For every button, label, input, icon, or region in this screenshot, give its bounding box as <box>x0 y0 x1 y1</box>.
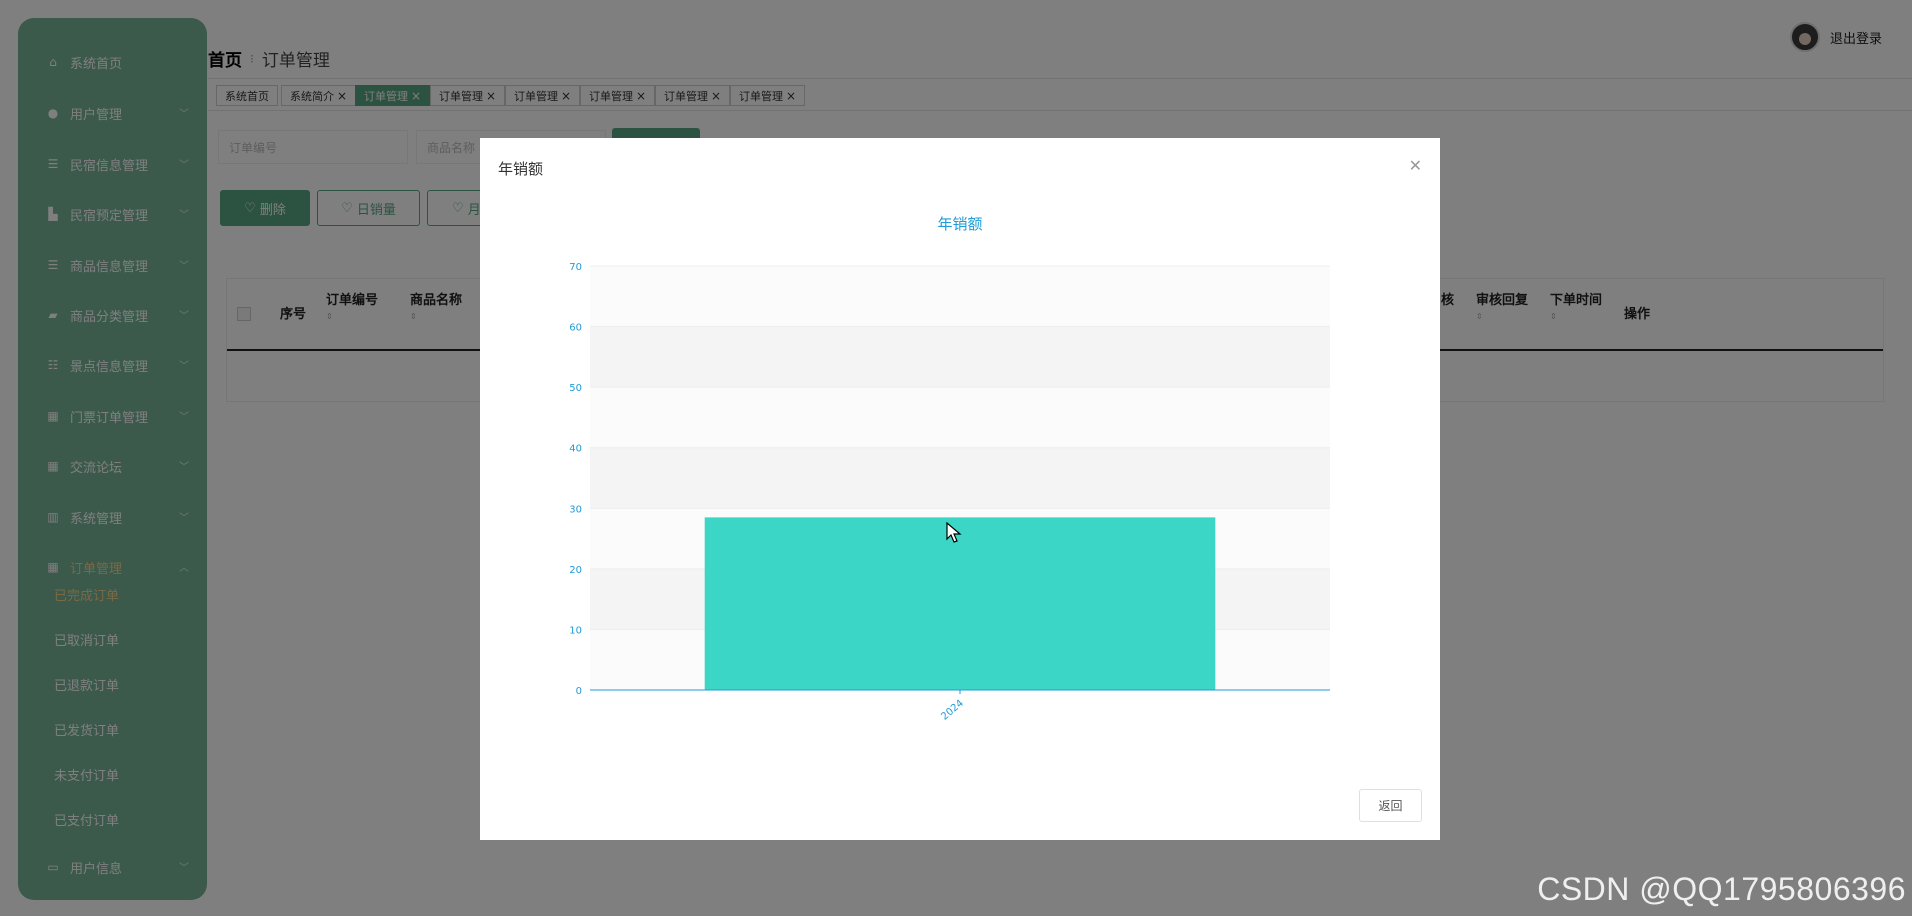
annual-sales-chart: 0 10 20 30 40 50 60 70 2024 年销额 <box>569 215 1330 723</box>
y-tick-label: 30 <box>569 504 582 515</box>
grid-band <box>590 326 1330 388</box>
return-button[interactable]: 返回 <box>1359 789 1422 822</box>
grid-band <box>590 387 1330 448</box>
y-tick-label: 50 <box>569 383 582 394</box>
return-label: 返回 <box>1378 799 1403 813</box>
grid-band <box>590 447 1330 509</box>
annual-sales-dialog: 年销额 ✕ 0 10 20 30 40 50 60 70 2024 年销额 返回 <box>480 138 1440 840</box>
y-tick-label: 20 <box>569 565 582 576</box>
y-tick-label: 10 <box>569 625 582 636</box>
x-tick-label: 2024 <box>939 698 966 723</box>
y-tick-label: 0 <box>576 686 582 697</box>
mouse-cursor-icon <box>946 522 962 543</box>
x-tick-labels: 2024 <box>939 690 966 723</box>
y-tick-label: 40 <box>569 444 582 455</box>
grid-band <box>590 266 1330 327</box>
y-tick-labels: 0 10 20 30 40 50 60 70 <box>569 262 582 697</box>
chart-title: 年销额 <box>937 215 982 233</box>
watermark: CSDN @QQ1795806396 <box>1537 871 1906 907</box>
y-tick-label: 70 <box>569 262 582 273</box>
y-tick-label: 60 <box>569 323 582 334</box>
